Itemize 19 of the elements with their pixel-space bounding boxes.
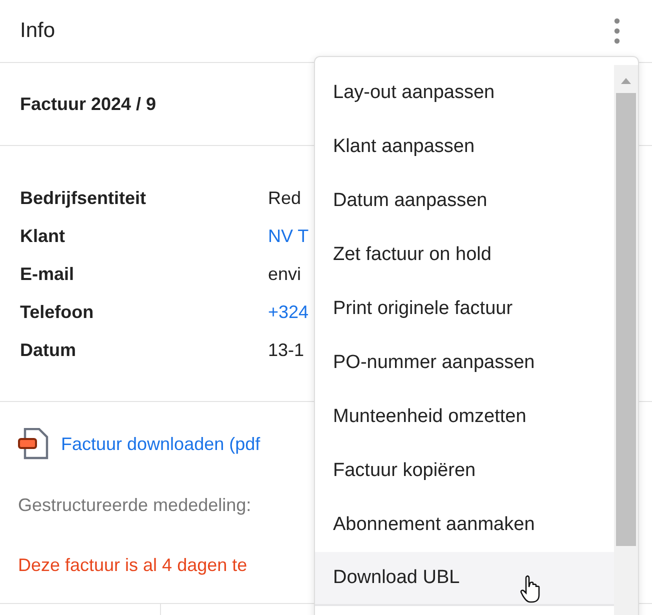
field-label: E-mail (20, 263, 76, 286)
structured-message-label: Gestructureerde mededeling: (18, 494, 252, 517)
field-link[interactable]: NV T (268, 223, 309, 250)
field-label: Klant (20, 225, 66, 248)
scrollbar[interactable] (614, 65, 638, 615)
panel-title: Info (20, 18, 56, 44)
invoice-title: Factuur 2024 / 9 (20, 92, 156, 116)
menu-item[interactable]: Download UBL (315, 552, 614, 606)
field-value: 13-1 (268, 339, 304, 362)
field-label: Bedrijfsentiteit (20, 187, 148, 210)
field-label: Telefoon (20, 301, 95, 324)
scrollbar-thumb[interactable] (616, 93, 636, 546)
field-value: Red (268, 187, 302, 210)
field-value: envi (268, 263, 302, 286)
more-icon[interactable] (614, 18, 620, 44)
field-label: Datum (20, 339, 78, 362)
overdue-warning: Deze factuur is al 4 dagen te (18, 555, 248, 575)
field-link[interactable]: +324 (268, 299, 309, 326)
download-link[interactable]: Factuur downloaden (pdf (61, 430, 260, 458)
